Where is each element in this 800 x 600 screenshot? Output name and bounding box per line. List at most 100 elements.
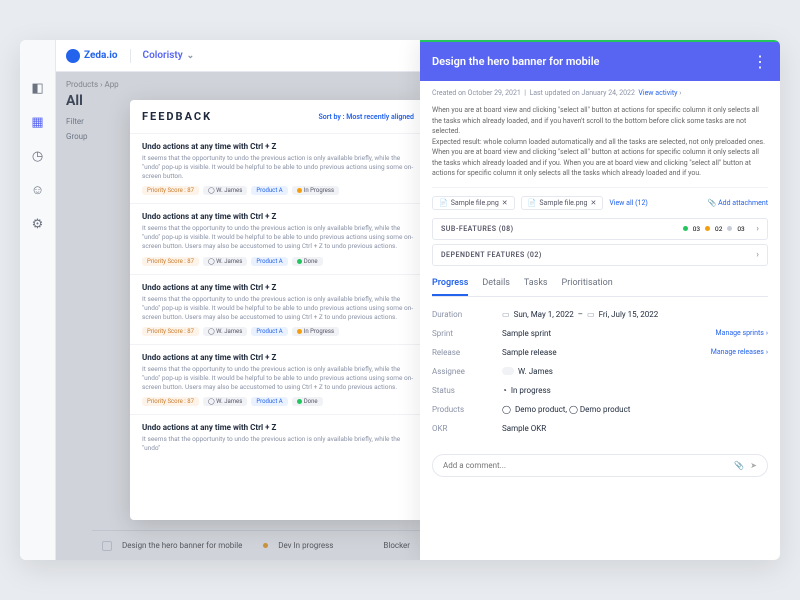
feedback-item[interactable]: Undo actions at any time with Ctrl + Z I… — [130, 133, 426, 203]
properties: Duration ▭Sun, May 1, 2022 – ▭Fri, July … — [432, 297, 768, 446]
feedback-item[interactable]: Undo actions at any time with Ctrl + Z I… — [130, 274, 426, 344]
feedback-panel: FEEDBACK Sort by : Most recently aligned… — [130, 100, 426, 520]
feedback-sort[interactable]: Sort by : Most recently aligned — [318, 113, 414, 121]
feedback-title: FEEDBACK — [142, 110, 212, 123]
feedback-item[interactable]: Undo actions at any time with Ctrl + Z I… — [130, 203, 426, 273]
feedback-item[interactable]: Undo actions at any time with Ctrl + Z I… — [130, 414, 426, 466]
prop-value[interactable]: Sample release — [502, 348, 711, 357]
prop-value[interactable]: ▭Sun, May 1, 2022 – ▭Fri, July 15, 2022 — [502, 310, 768, 319]
prop-label: OKR — [432, 424, 502, 433]
action-label: Manage releases — [711, 348, 764, 356]
workspace-name: Coloristy — [143, 50, 183, 61]
status-dot-icon — [727, 226, 732, 231]
prop-value[interactable]: ◯ Demo product, ◯ Demo product — [502, 405, 768, 414]
user-tag: ◯ W. James — [203, 327, 247, 336]
stat-count: 02 — [715, 225, 722, 233]
priority-score-tag: Priority Score : 87 — [142, 327, 199, 336]
view-all-attachments[interactable]: View all (12) — [609, 199, 648, 207]
prop-sprint: Sprint Sample sprint Manage sprints › — [432, 324, 768, 343]
prop-value[interactable]: Sample sprint — [502, 329, 716, 338]
tab-progress[interactable]: Progress — [432, 272, 468, 296]
prop-value[interactable]: W. James — [502, 367, 768, 376]
view-activity-link[interactable]: View activity — [638, 89, 677, 97]
status-dot-icon — [705, 226, 710, 231]
prop-value[interactable]: Sample OKR — [502, 424, 768, 433]
more-menu-icon[interactable]: ⋮ — [752, 52, 768, 71]
stat-count: 03 — [737, 225, 744, 233]
product-tag: Product A — [251, 257, 287, 266]
feedback-tags: Priority Score : 87 ◯ W. James Product A… — [142, 257, 414, 266]
status-tag: In Progress — [292, 327, 339, 336]
status-tag: In Progress — [292, 186, 339, 195]
send-icon[interactable]: ➤ — [750, 461, 757, 470]
detail-body: Created on October 29, 2021 | Last updat… — [420, 81, 780, 560]
status-tag: Done — [292, 257, 323, 266]
user-tag: ◯ W. James — [203, 186, 247, 195]
status-dot-icon — [297, 259, 302, 264]
tab-tasks[interactable]: Tasks — [524, 272, 548, 296]
prop-release: Release Sample release Manage releases › — [432, 343, 768, 362]
action-label: Manage sprints — [716, 329, 764, 337]
dependent-label: DEPENDENT FEATURES (02) — [441, 251, 542, 259]
priority-score-tag: Priority Score : 87 — [142, 257, 199, 266]
status-dot-icon — [297, 329, 302, 334]
prop-okr: OKR Sample OKR — [432, 419, 768, 438]
nav-roadmap-icon[interactable]: ◷ — [30, 148, 46, 164]
feedback-item-desc: It seems that the opportunity to undo th… — [142, 295, 414, 322]
detail-meta: Created on October 29, 2021 | Last updat… — [432, 81, 768, 105]
workspace-selector[interactable]: Coloristy ⌄ — [143, 50, 195, 61]
feedback-item-title: Undo actions at any time with Ctrl + Z — [142, 353, 414, 362]
assignee-name: W. James — [518, 367, 553, 376]
dependent-row[interactable]: DEPENDENT FEATURES (02) › — [432, 244, 768, 266]
feedback-list[interactable]: Undo actions at any time with Ctrl + Z I… — [130, 133, 426, 520]
attach-icon[interactable]: 📎 — [734, 461, 744, 470]
add-attachment-label: Add attachment — [718, 199, 768, 207]
attachments-row: 📄 Sample file.png ✕ 📄 Sample file.png ✕ … — [432, 187, 768, 218]
comment-input[interactable] — [443, 461, 728, 470]
prop-label: Assignee — [432, 367, 502, 376]
sort-value: Most recently aligned — [346, 113, 414, 121]
priority-score-tag: Priority Score : 87 — [142, 397, 199, 406]
comment-input-box[interactable]: 📎 ➤ — [432, 454, 768, 477]
date-end: Fri, July 15, 2022 — [599, 310, 659, 319]
feedback-item[interactable]: Undo actions at any time with Ctrl + Z I… — [130, 344, 426, 414]
status-text: In progress — [511, 386, 551, 395]
prop-label: Sprint — [432, 329, 502, 338]
attachment-chip[interactable]: 📄 Sample file.png ✕ — [432, 196, 515, 210]
manage-sprints-link[interactable]: Manage sprints › — [716, 329, 768, 337]
subfeatures-row[interactable]: SUB-FEATURES (08) 03 02 03 › — [432, 218, 768, 240]
app-window: ◧ ▦ ◷ ☺ ⚙ Zeda.io Coloristy⌄ Products › … — [20, 40, 780, 560]
prop-label: Release — [432, 348, 502, 357]
add-attachment-link[interactable]: 📎 Add attachment — [708, 199, 768, 207]
detail-drawer: Design the hero banner for mobile ⋮ Crea… — [420, 40, 780, 560]
tab-prioritisation[interactable]: Prioritisation — [562, 272, 613, 296]
prop-value[interactable]: ◔In progress — [502, 386, 768, 395]
status-tag: Done — [292, 397, 323, 406]
brand-logo[interactable]: Zeda.io — [66, 49, 118, 63]
feedback-item-desc: It seems that the opportunity to undo th… — [142, 224, 414, 251]
attachment-chip[interactable]: 📄 Sample file.png ✕ — [521, 196, 604, 210]
products-text: Demo product, ◯ Demo product — [515, 405, 630, 414]
tab-details[interactable]: Details — [482, 272, 510, 296]
created-text: Created on October 29, 2021 — [432, 89, 521, 97]
feedback-tags: Priority Score : 87 ◯ W. James Product A… — [142, 186, 414, 195]
feedback-item-desc: It seems that the opportunity to undo th… — [142, 365, 414, 392]
nav-settings-icon[interactable]: ⚙ — [30, 216, 46, 232]
product-tag: Product A — [251, 327, 287, 336]
nav-dashboard-icon[interactable]: ◧ — [30, 80, 46, 96]
feedback-item-title: Undo actions at any time with Ctrl + Z — [142, 283, 414, 292]
sort-prefix: Sort by : — [318, 113, 344, 121]
nav-users-icon[interactable]: ☺ — [30, 182, 46, 198]
chevron-right-icon: › — [756, 250, 759, 260]
user-tag: ◯ W. James — [203, 397, 247, 406]
feedback-tags: Priority Score : 87 ◯ W. James Product A… — [142, 327, 414, 336]
prop-duration: Duration ▭Sun, May 1, 2022 – ▭Fri, July … — [432, 305, 768, 324]
subfeatures-stats: 03 02 03 › — [683, 224, 759, 234]
logo-icon — [66, 49, 80, 63]
feedback-item-title: Undo actions at any time with Ctrl + Z — [142, 212, 414, 221]
user-tag: ◯ W. James — [203, 257, 247, 266]
nav-features-icon[interactable]: ▦ — [30, 114, 46, 130]
manage-releases-link[interactable]: Manage releases › — [711, 348, 768, 356]
chevron-down-icon: ⌄ — [187, 51, 195, 61]
attachment-name: Sample file.png — [451, 199, 499, 207]
